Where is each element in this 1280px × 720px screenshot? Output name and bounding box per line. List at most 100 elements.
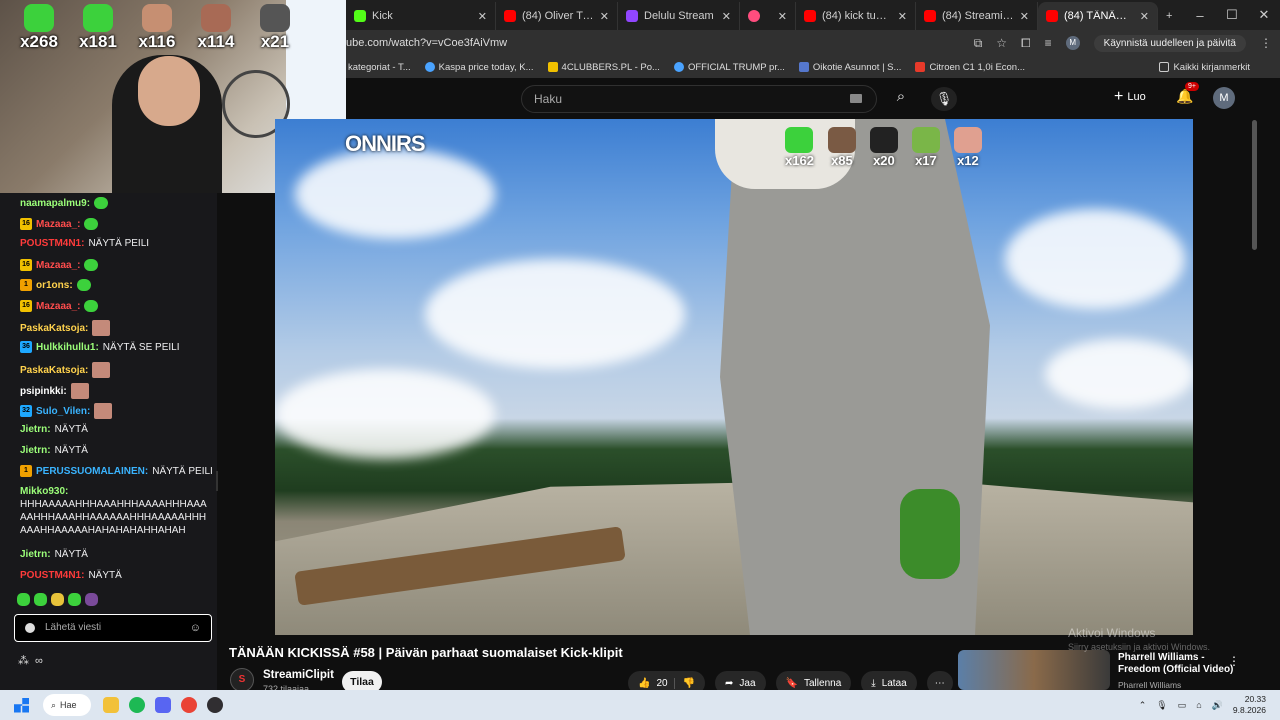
video-title: TÄNÄÄN KICKISSÄ #58 | Päivän parhaat suo… <box>229 645 623 660</box>
search-input[interactable]: Haku <box>521 85 877 113</box>
chat-username[interactable]: PaskaKatsoja: <box>20 323 88 334</box>
emote-counter: x181 <box>75 4 121 52</box>
bookmark-item[interactable]: OFFICIAL TRUMP pr... <box>673 62 785 73</box>
network-icon[interactable]: ⌂ <box>1196 700 1201 710</box>
bookmark-item[interactable]: 4CLUBBERS.PL - Po... <box>547 62 660 73</box>
close-tab-icon[interactable]: ✕ <box>898 10 907 23</box>
chat-username[interactable]: Jietrn: <box>20 445 51 456</box>
recommended-title[interactable]: Pharrell Williams - Freedom (Official Vi… <box>1118 652 1238 676</box>
chevron-up-icon[interactable]: ⌃ <box>1139 700 1147 711</box>
chat-message: Jietrn: NÄYTÄ <box>20 445 88 456</box>
browser-tab[interactable]: Kick ✕ <box>346 2 496 30</box>
browser-tab-active[interactable]: (84) TÄNÄÄN KICKISS✕ <box>1038 2 1158 30</box>
close-tab-icon[interactable]: ✕ <box>478 10 487 23</box>
bookmark-item[interactable]: Kaspa price today, K... <box>424 62 534 73</box>
bookmark-item[interactable]: Citroen C1 1,0i Econ... <box>915 62 1025 73</box>
close-tab-icon[interactable]: ✕ <box>722 10 731 23</box>
chrome-icon[interactable] <box>181 697 197 713</box>
install-icon[interactable]: ⧉ <box>974 36 983 51</box>
all-bookmarks[interactable]: Kaikki kirjanmerkit <box>1159 62 1280 73</box>
recommended-video[interactable]: Pharrell Williams - Freedom (Official Vi… <box>958 650 1248 690</box>
chat-username[interactable]: Sulo_Vilen: <box>36 406 90 417</box>
video-player[interactable]: ONNIRS x162 x85 x20 x17 x12 <box>275 119 1193 635</box>
minimize-icon[interactable]: – <box>1184 0 1216 30</box>
emoji-icon[interactable]: ☺ <box>190 622 201 634</box>
display-icon[interactable]: ▭ <box>1178 700 1187 711</box>
chat-username[interactable]: naamapalmu9: <box>20 198 90 209</box>
microphone-icon[interactable]: 🎙 <box>931 87 957 111</box>
channel-name[interactable]: StreamiClipit <box>263 669 334 681</box>
chat-username[interactable]: Jietrn: <box>20 549 51 560</box>
chat-scrollbar[interactable] <box>216 471 218 491</box>
chat-username[interactable]: Jietrn: <box>20 424 51 435</box>
chat-username[interactable]: psipinkki: <box>20 386 67 397</box>
chat-username[interactable]: Mazaaa_: <box>36 301 80 312</box>
profile-icon[interactable]: M <box>1065 36 1080 50</box>
chat-input[interactable]: Lähetä viesti ☺ <box>14 614 212 642</box>
recommended-channel[interactable]: Pharrell Williams <box>1118 680 1181 690</box>
close-window-icon[interactable]: ✕ <box>1248 0 1280 30</box>
browser-tab[interactable]: Delulu Stream ✕ <box>618 2 740 30</box>
taskbar-search[interactable]: ⌕ Hae <box>43 694 91 716</box>
close-tab-icon[interactable]: ✕ <box>778 10 787 23</box>
close-tab-icon[interactable]: ✕ <box>600 10 609 23</box>
chat-username[interactable]: POUSTM4N1: <box>20 570 84 581</box>
bookmarks-bar: kategoriat - T... Kaspa price today, K..… <box>346 56 1280 78</box>
emote-icon[interactable] <box>85 593 98 606</box>
scrollbar[interactable] <box>1252 120 1257 250</box>
thumbs-down-icon[interactable]: 👎 <box>673 677 695 689</box>
chat-username[interactable]: Mikko930: <box>20 486 68 497</box>
taskbar: ⌕ Hae ⌃ 🎙 ▭ ⌂ 🔊 20.33 9.8.2026 <box>0 690 1280 720</box>
chat-username[interactable]: or1ons: <box>36 280 73 291</box>
chat-message: 16 Mazaaa_: <box>20 218 99 230</box>
browser-tab[interactable]: ✕ <box>740 2 796 30</box>
emote-icon[interactable] <box>51 593 64 606</box>
close-tab-icon[interactable]: ✕ <box>1020 10 1029 23</box>
url-field[interactable]: ube.com/watch?v=vCoe3fAiVmw <box>346 37 974 49</box>
emote-icon[interactable] <box>34 593 47 606</box>
chat-username[interactable]: PaskaKatsoja: <box>20 365 88 376</box>
clock[interactable]: 20.33 9.8.2026 <box>1233 694 1266 716</box>
emote-icon[interactable] <box>68 593 81 606</box>
browser-tab[interactable]: (84) kick tubetus - Yo✕ <box>796 2 916 30</box>
browser-tab[interactable]: (84) Oliver Tree & Rob✕ <box>496 2 618 30</box>
microphone-icon[interactable]: 🎙 <box>1156 700 1167 711</box>
channel-avatar[interactable]: S <box>230 668 254 692</box>
chat-username[interactable]: POUSTM4N1: <box>20 238 84 249</box>
share-icon[interactable]: ⁂ <box>18 654 29 667</box>
spotify-icon[interactable] <box>129 697 145 713</box>
avatar[interactable]: M <box>1213 87 1235 109</box>
extensions-icon[interactable]: ⧠ <box>1021 36 1031 51</box>
recommended-thumbnail[interactable] <box>958 650 1110 690</box>
discord-icon[interactable] <box>155 697 171 713</box>
chat-username[interactable]: PERUSSUOMALAINEN: <box>36 466 148 477</box>
bookmark-star-icon[interactable]: ☆ <box>996 36 1007 50</box>
restart-update-button[interactable]: Käynnistä uudelleen ja päivitä <box>1093 34 1246 52</box>
windows-start-icon[interactable] <box>14 697 29 713</box>
bookmark-item[interactable]: Oikotie Asunnot | S... <box>798 62 901 73</box>
menu-icon[interactable]: ⋮ <box>1260 36 1272 50</box>
emote-icon[interactable] <box>17 593 30 606</box>
maximize-icon[interactable]: ☐ <box>1216 0 1248 30</box>
chat-username[interactable]: Mazaaa_: <box>36 260 80 271</box>
chat-username[interactable]: Hulkkihullu1: <box>36 342 99 353</box>
link-icon[interactable]: ∞ <box>35 655 43 667</box>
keyboard-icon[interactable] <box>850 94 862 103</box>
more-options-icon[interactable]: ⋮ <box>1228 654 1240 668</box>
bookmark-item[interactable]: kategoriat - T... <box>348 62 411 73</box>
chat-username[interactable]: Mazaaa_: <box>36 219 80 230</box>
youtube-icon <box>1046 10 1058 22</box>
file-explorer-icon[interactable] <box>103 697 119 713</box>
chat-settings-icon[interactable] <box>25 623 35 633</box>
search-icon[interactable]: ⌕ <box>888 88 914 110</box>
obs-icon[interactable] <box>207 697 223 713</box>
close-tab-icon[interactable]: ✕ <box>1140 10 1149 23</box>
new-tab-button[interactable]: + <box>1158 2 1182 30</box>
subscriber-badge-icon: 16 <box>20 300 32 312</box>
video-emote-counter: x85 <box>827 127 856 168</box>
create-button[interactable]: + Luo <box>1114 88 1146 106</box>
volume-icon[interactable]: 🔊 <box>1212 700 1223 711</box>
notifications-icon[interactable]: 🔔 9+ <box>1176 82 1199 105</box>
browser-tab[interactable]: (84) StreamiClipit - Yo✕ <box>916 2 1038 30</box>
media-icon[interactable]: ≡ <box>1045 36 1052 50</box>
